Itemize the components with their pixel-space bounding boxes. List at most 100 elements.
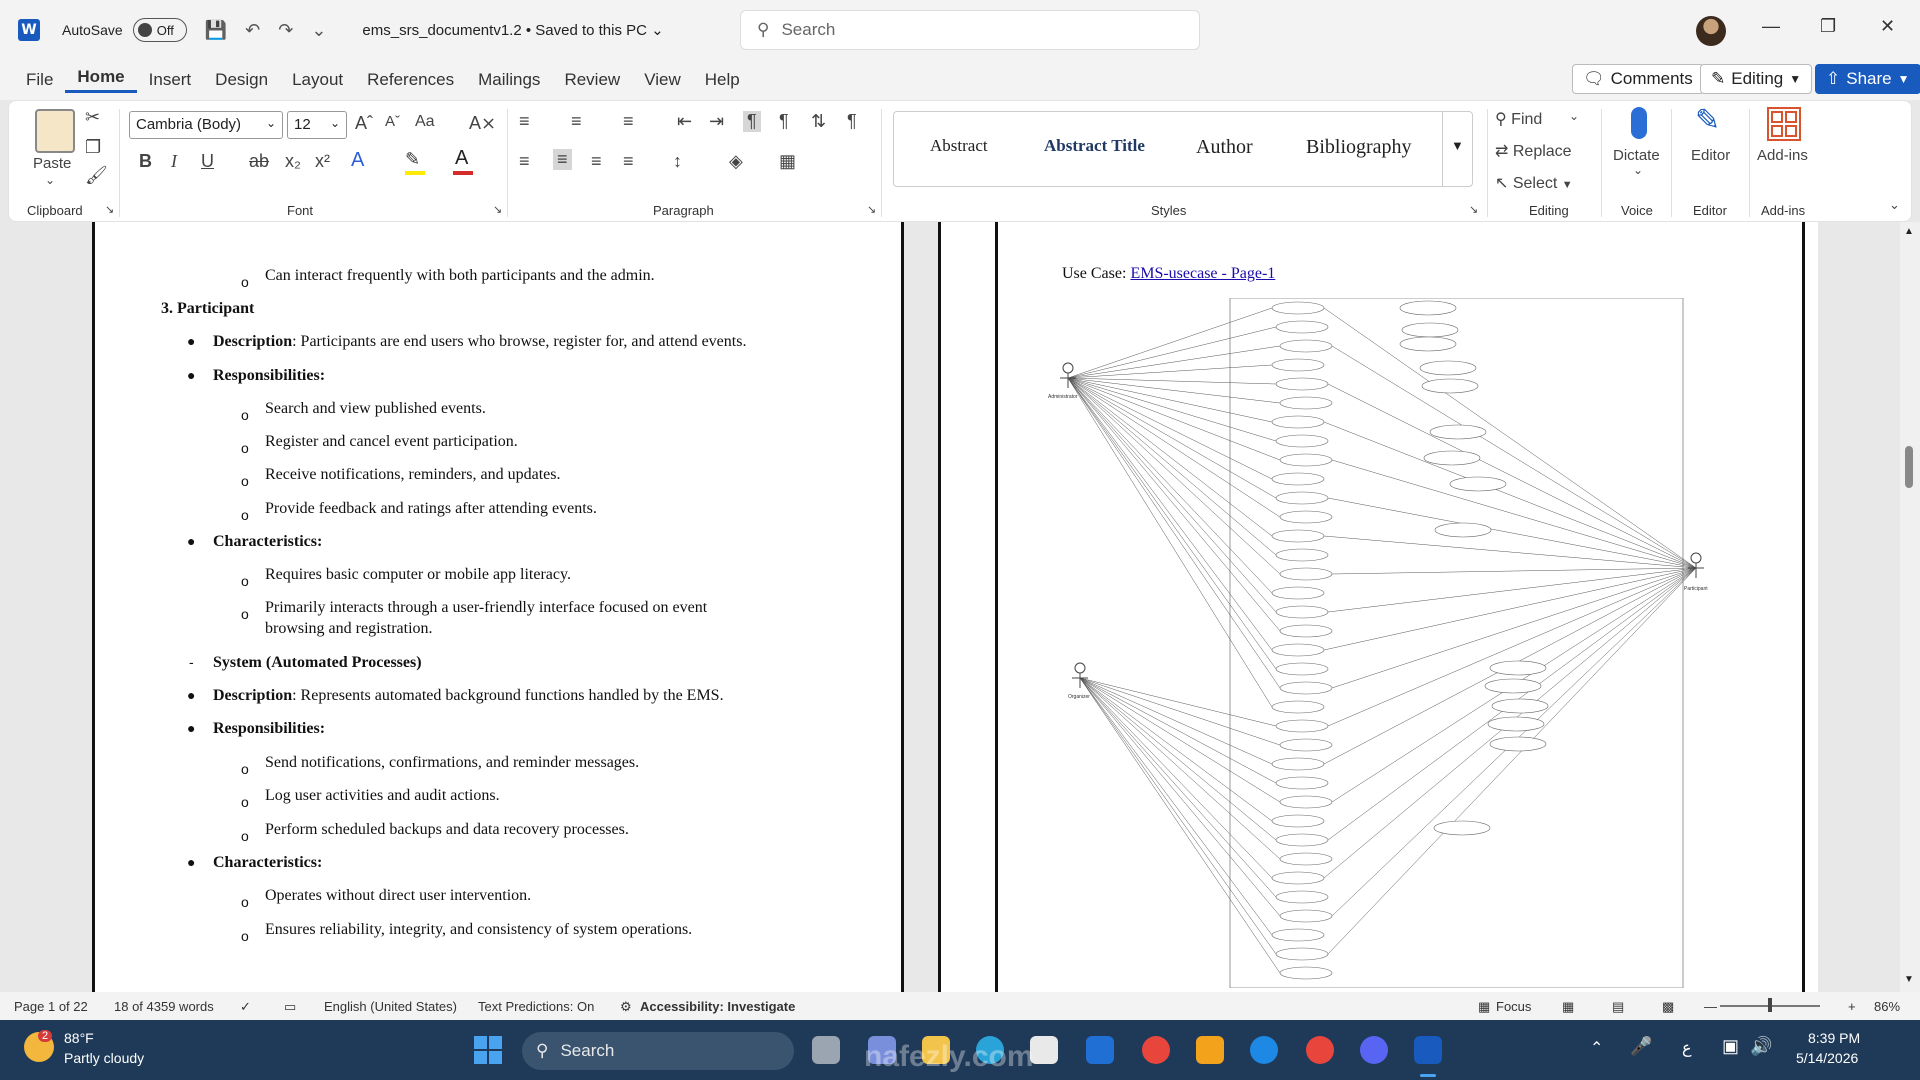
edge-dev-icon[interactable] — [1250, 1036, 1278, 1064]
zoom-out-icon[interactable]: — — [1704, 999, 1717, 1014]
chevron-up-icon[interactable]: ⌃ — [1590, 1038, 1603, 1058]
usecase-link[interactable]: EMS-usecase - Page-1 — [1130, 265, 1275, 282]
document-canvas[interactable]: o Can interact frequently with both part… — [0, 222, 1920, 992]
avatar[interactable] — [1696, 16, 1726, 46]
align-center-icon[interactable]: ≡ — [553, 149, 572, 170]
tab-design[interactable]: Design — [203, 70, 280, 90]
sort-icon[interactable]: ⇅ — [811, 111, 826, 132]
vertical-scrollbar[interactable]: ▲ ▼ — [1900, 222, 1920, 992]
zoom-in-icon[interactable]: + — [1848, 999, 1856, 1014]
editor-button[interactable]: Editor — [1691, 147, 1730, 164]
microphone-tray-icon[interactable]: 🎤 — [1630, 1036, 1652, 1057]
accessibility-status[interactable]: Accessibility: Investigate — [640, 999, 795, 1014]
web-layout-icon[interactable]: ▩ — [1662, 999, 1674, 1015]
usecase-diagram-image[interactable]: Administrator Organizer Participant — [1048, 298, 1728, 988]
network-icon[interactable]: ▣ — [1722, 1036, 1739, 1057]
copy-icon[interactable]: ❐ — [85, 137, 101, 158]
print-layout-icon[interactable]: ▤ — [1612, 999, 1624, 1015]
focus-mode-icon[interactable]: ▭ — [284, 999, 296, 1015]
decrease-indent-icon[interactable]: ⇤ — [677, 111, 692, 132]
addins-grid-icon[interactable] — [1767, 107, 1801, 141]
redo-icon[interactable]: ↷ — [278, 20, 293, 41]
chevron-down-icon[interactable]: ⌄ — [45, 173, 55, 187]
select-button[interactable]: ↖ Select ▼ — [1495, 173, 1573, 193]
clock-time[interactable]: 8:39 PM — [1808, 1030, 1860, 1046]
tab-review[interactable]: Review — [552, 70, 632, 90]
align-left-icon[interactable]: ≡ — [519, 151, 530, 172]
tab-help[interactable]: Help — [693, 70, 752, 90]
multilevel-list-icon[interactable]: ≡ — [623, 111, 634, 132]
focus-label[interactable]: Focus — [1496, 999, 1531, 1014]
dialog-launcher-icon[interactable]: ↘ — [493, 203, 502, 216]
shrink-font-icon[interactable]: Aˇ — [385, 113, 400, 130]
chevron-down-icon[interactable]: ⌄ — [1633, 163, 1643, 177]
align-right-icon[interactable]: ≡ — [591, 151, 602, 172]
page-count[interactable]: Page 1 of 22 — [14, 999, 88, 1014]
editor-pen-icon[interactable]: ✎ — [1695, 103, 1720, 138]
document-name[interactable]: ems_srs_documentv1.2 • Saved to this PC … — [362, 21, 663, 39]
undo-icon[interactable]: ↶ — [245, 20, 260, 41]
numbering-icon[interactable]: ≡ — [571, 111, 582, 132]
replace-button[interactable]: ⇄ Replace — [1495, 141, 1572, 161]
tab-layout[interactable]: Layout — [280, 70, 355, 90]
borders-icon[interactable]: ▦ — [779, 151, 796, 172]
volume-icon[interactable]: 🔊 — [1750, 1036, 1772, 1057]
weather-desc[interactable]: Partly cloudy — [64, 1050, 144, 1066]
line-spacing-icon[interactable]: ↕ — [673, 151, 682, 172]
font-size-dropdown[interactable]: 12 ⌄ — [287, 111, 347, 139]
superscript-icon[interactable]: x² — [315, 151, 330, 172]
restore-icon[interactable]: ❐ — [1820, 16, 1836, 37]
increase-indent-icon[interactable]: ⇥ — [709, 111, 724, 132]
tab-home[interactable]: Home — [65, 67, 137, 93]
style-author[interactable]: Author — [1196, 136, 1253, 159]
outlook-icon[interactable] — [1086, 1036, 1114, 1064]
zoom-slider-thumb[interactable] — [1768, 998, 1772, 1012]
grow-font-icon[interactable]: Aˆ — [355, 113, 373, 134]
justify-icon[interactable]: ≡ — [623, 151, 634, 172]
scrollbar-thumb[interactable] — [1905, 446, 1913, 488]
paste-button[interactable]: Paste — [33, 155, 71, 172]
minimize-icon[interactable]: — — [1762, 16, 1780, 37]
editing-mode-button[interactable]: ✎ Editing ▼ — [1700, 64, 1813, 94]
addins-button[interactable]: Add-ins — [1757, 147, 1808, 164]
format-painter-icon[interactable]: 🖌 — [85, 165, 108, 186]
font-name-dropdown[interactable]: Cambria (Body) ⌄ — [129, 111, 283, 139]
share-button[interactable]: ⇧ Share ▼ — [1815, 64, 1920, 94]
dialog-launcher-icon[interactable]: ↘ — [1469, 203, 1478, 216]
word-taskbar-icon[interactable] — [1414, 1036, 1442, 1064]
cut-icon[interactable]: ✂ — [85, 107, 100, 128]
style-bibliography[interactable]: Bibliography — [1306, 136, 1412, 159]
document-page-2[interactable]: Use Case: EMS-usecase - Page-1 Administr… — [938, 222, 1818, 992]
tab-references[interactable]: References — [355, 70, 466, 90]
dictate-button[interactable]: Dictate — [1613, 147, 1660, 164]
accessibility-icon[interactable]: ⚙ — [620, 999, 632, 1015]
rtl-direction-icon[interactable]: ¶ — [779, 111, 789, 132]
bold-icon[interactable]: B — [139, 151, 152, 172]
bullets-icon[interactable]: ≡ — [519, 111, 530, 132]
tab-insert[interactable]: Insert — [137, 70, 204, 90]
weather-temp[interactable]: 88°F — [64, 1030, 94, 1046]
customize-toolbar-icon[interactable]: ⌄ — [311, 20, 326, 41]
style-abstract[interactable]: Abstract — [930, 136, 988, 156]
search-input[interactable]: ⚲ Search — [740, 10, 1200, 50]
taskbar-search[interactable]: ⚲ Search — [522, 1032, 794, 1070]
find-button[interactable]: ⚲ Find — [1495, 109, 1542, 129]
highlight-icon[interactable]: ✎ — [405, 149, 420, 170]
text-effects-icon[interactable]: A — [351, 149, 364, 172]
windows-start-icon[interactable] — [474, 1036, 502, 1064]
document-page-1[interactable]: o Can interact frequently with both part… — [92, 222, 904, 992]
close-icon[interactable]: ✕ — [1880, 16, 1895, 37]
change-case-button[interactable]: Aa — [415, 113, 435, 131]
styles-more-button[interactable]: ▼ — [1442, 112, 1472, 186]
clock-date[interactable]: 5/14/2026 — [1796, 1050, 1858, 1066]
tab-view[interactable]: View — [632, 70, 693, 90]
keyboard-language-icon[interactable]: ع — [1682, 1038, 1692, 1058]
zoom-level[interactable]: 86% — [1874, 999, 1900, 1014]
show-formatting-marks-icon[interactable]: ¶ — [847, 111, 857, 132]
vscode-icon[interactable] — [1196, 1036, 1224, 1064]
underline-icon[interactable]: U — [201, 151, 214, 172]
chrome-icon[interactable] — [1142, 1036, 1170, 1064]
paste-icon[interactable] — [35, 109, 75, 153]
scroll-up-icon[interactable]: ▲ — [1904, 226, 1914, 237]
microphone-icon[interactable] — [1631, 107, 1647, 139]
